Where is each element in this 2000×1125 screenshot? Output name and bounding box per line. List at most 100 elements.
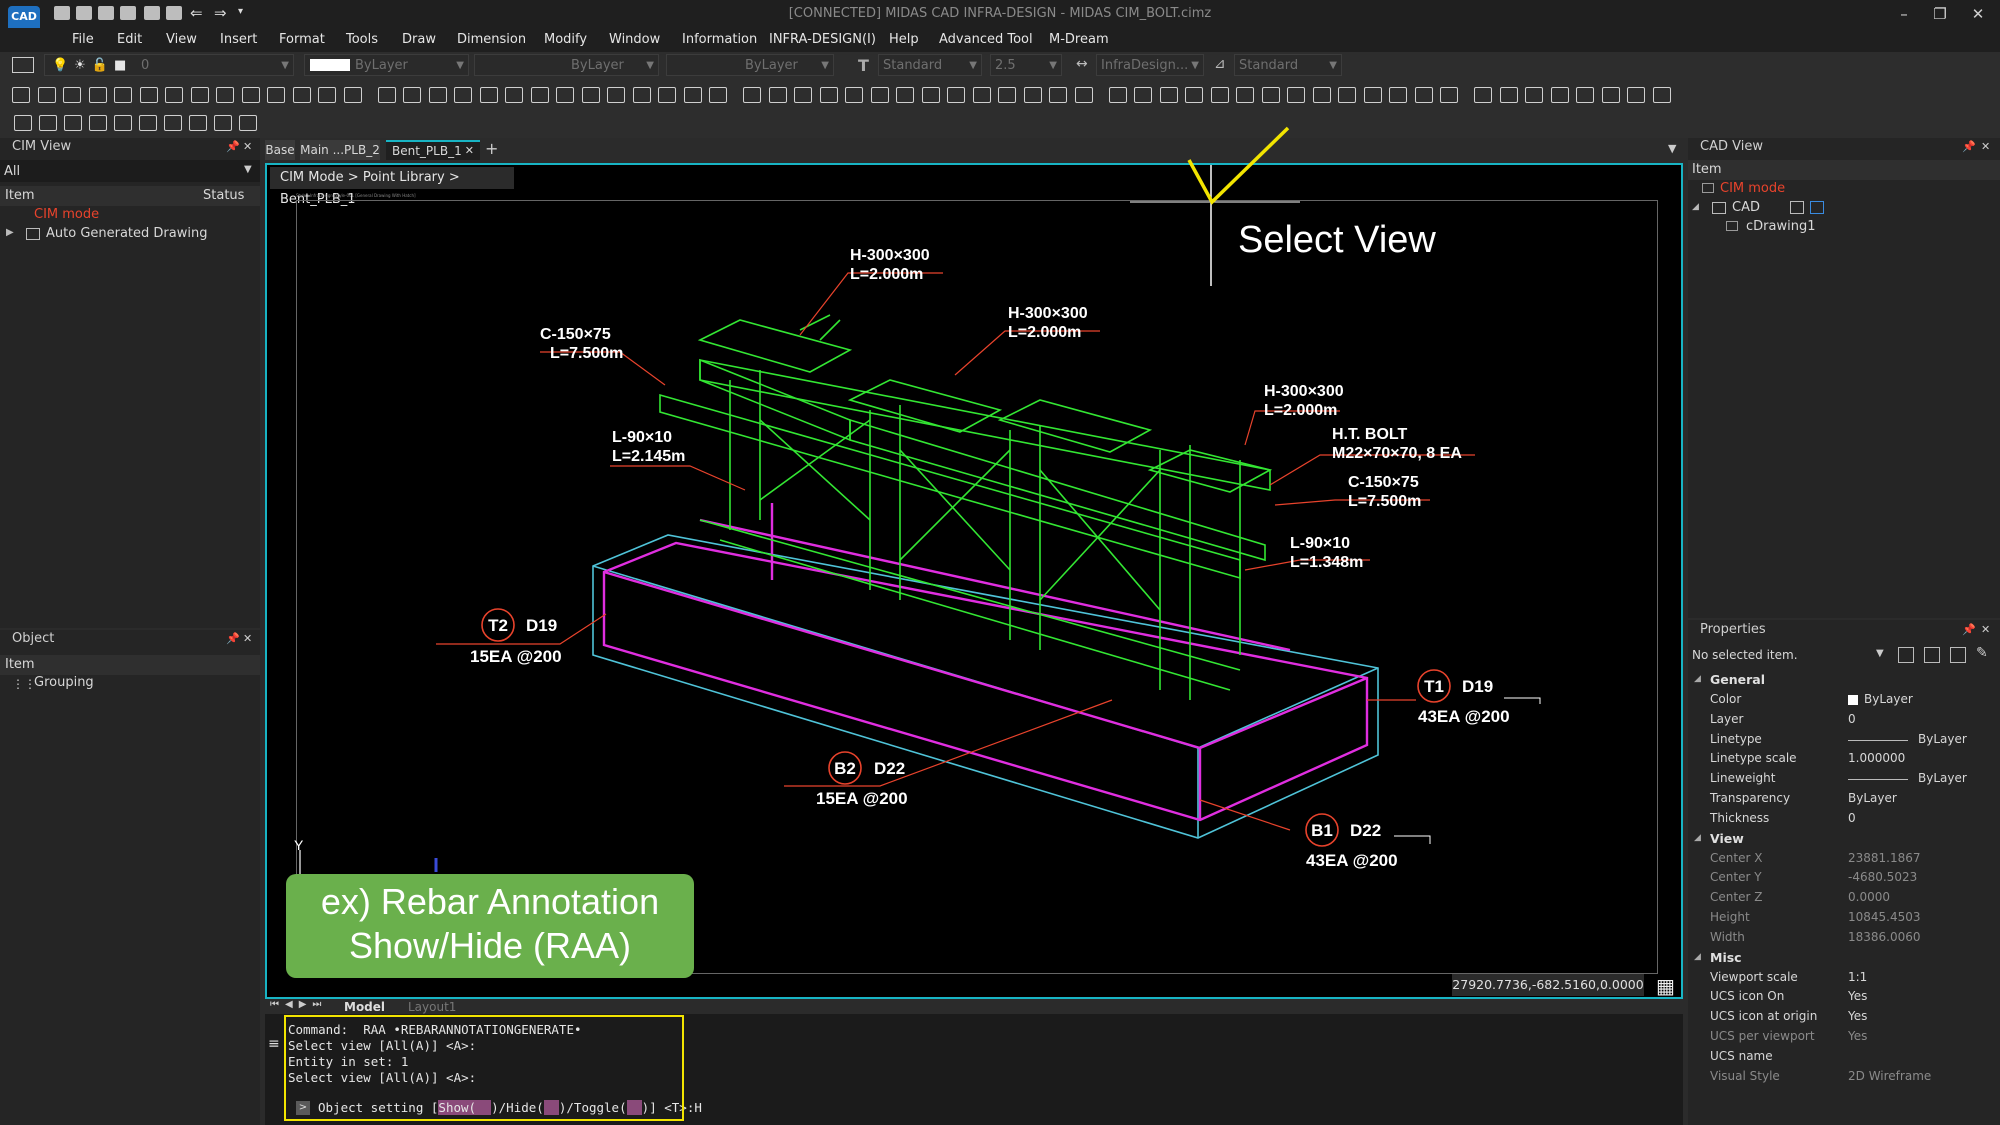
collapse-icon[interactable]: ◢ xyxy=(1692,202,1699,212)
view-active-icon[interactable] xyxy=(1810,201,1824,214)
drawing-icon xyxy=(1726,221,1738,231)
prop-value[interactable]: ByLayer xyxy=(1864,692,1913,706)
command-menu-icon[interactable]: ≡ xyxy=(268,1036,280,1052)
prop-value[interactable]: Yes xyxy=(1848,1029,1867,1043)
label-h-beam-3-size: H-300×300 xyxy=(1264,383,1344,400)
rebar-annotation-b1: B1 D22 43EA @200 xyxy=(1199,799,1431,870)
rebar-dia-b2: D22 xyxy=(874,759,905,778)
rebar-annotation-t2: T2 D19 15EA @200 xyxy=(436,608,607,666)
command-highlight-box xyxy=(284,1015,684,1121)
coordinate-readout: 27920.7736,-682.5160,0.0000 xyxy=(1452,974,1644,996)
prop-name: Layer xyxy=(1710,711,1744,726)
label-h-beam-1-size: H-300×300 xyxy=(850,247,930,264)
view-toggle-icon[interactable] xyxy=(1790,201,1804,214)
prop-value[interactable]: 0 xyxy=(1848,811,1856,825)
rebar-annotation-callout: ex) Rebar Annotation Show/Hide (RAA) xyxy=(286,874,694,978)
member-labels: H-300×300 L=2.000m H-300×300 L=2.000m C-… xyxy=(540,247,1462,571)
prop-name: Linetype xyxy=(1710,731,1762,746)
prop-group-general[interactable]: General xyxy=(1710,672,1765,687)
prop-value[interactable]: 23881.1867 xyxy=(1848,851,1921,865)
prop-name: Center X xyxy=(1710,850,1763,865)
layout-tab-bar xyxy=(265,1000,1683,1014)
label-channel-1-size: C-150×75 xyxy=(540,326,611,343)
prop-name: Width xyxy=(1710,929,1745,944)
rebar-tag-t1: T1 xyxy=(1424,677,1444,696)
prop-name: UCS icon On xyxy=(1710,989,1785,1004)
pickadd-icon[interactable] xyxy=(1950,647,1966,663)
layout-nav-icons[interactable]: ⏮◀▶⏭ xyxy=(270,999,327,1010)
rebar-annotation-b2: B2 D22 15EA @200 xyxy=(784,699,1113,808)
rebar-tag-b2: B2 xyxy=(834,759,856,778)
prop-value[interactable]: 2D Wireframe xyxy=(1848,1069,1931,1083)
quick-select-icon[interactable] xyxy=(1898,647,1914,663)
group-collapse-icon[interactable]: ◢ xyxy=(1694,833,1701,843)
cad-tree-cim-mode[interactable]: CIM mode xyxy=(1720,181,1785,196)
prop-value[interactable]: 0.0000 xyxy=(1848,890,1890,904)
svg-text:Y: Y xyxy=(294,837,304,853)
rebar-tag-b1: B1 xyxy=(1311,821,1333,840)
label-bolt-spec: M22×70×70, 8 EA xyxy=(1332,445,1462,462)
prop-name: UCS per viewport xyxy=(1710,1029,1815,1043)
rebar-dia-t2: D19 xyxy=(526,616,557,635)
cad-view-title: CAD View xyxy=(1700,139,1763,154)
rebar-spec-t1: 43EA @200 xyxy=(1418,707,1510,726)
prop-value[interactable]: 0 xyxy=(1848,712,1856,726)
line-sample xyxy=(1848,739,1908,741)
prop-name: Center Y xyxy=(1710,870,1762,885)
prop-value[interactable]: ByLayer xyxy=(1918,732,1967,746)
rebar-spec-b2: 15EA @200 xyxy=(816,789,908,808)
folder-icon xyxy=(1702,183,1714,193)
prop-value[interactable]: 1:1 xyxy=(1848,970,1867,984)
rebar-annotation-t1: T1 D19 43EA @200 xyxy=(1367,669,1541,726)
group-collapse-icon[interactable]: ◢ xyxy=(1694,952,1701,962)
select-view-cursor xyxy=(1130,126,1300,286)
label-channel-1-length: L=7.500m xyxy=(550,345,623,362)
label-h-beam-2-length: L=2.000m xyxy=(1008,324,1081,341)
rebar-tag-t2: T2 xyxy=(488,616,508,635)
cad-tree-cdrawing1[interactable]: cDrawing1 xyxy=(1746,219,1815,234)
label-h-beam-2-size: H-300×300 xyxy=(1008,305,1088,322)
prop-group-view[interactable]: View xyxy=(1710,831,1744,846)
close-panel-icon[interactable]: ✕ xyxy=(1981,623,1990,636)
prop-value[interactable]: Yes xyxy=(1848,1009,1867,1023)
close-panel-icon[interactable]: ✕ xyxy=(1981,140,1990,153)
prop-value[interactable]: 1.000000 xyxy=(1848,751,1905,765)
label-channel-2-size: C-150×75 xyxy=(1348,474,1419,491)
select-objects-icon[interactable] xyxy=(1924,647,1940,663)
properties-title: Properties xyxy=(1700,622,1766,637)
pin-icon[interactable]: 📌 xyxy=(1962,623,1976,636)
select-view-label: Select View xyxy=(1238,219,1436,261)
label-angle-1-size: L-90×10 xyxy=(612,429,672,446)
rebar-cage xyxy=(602,503,1369,822)
prop-value[interactable]: Yes xyxy=(1848,989,1867,1003)
prop-name: Center Z xyxy=(1710,890,1763,905)
prop-name: Lineweight xyxy=(1710,771,1776,786)
rebar-spec-t2: 15EA @200 xyxy=(470,647,562,666)
label-bolt-name: H.T. BOLT xyxy=(1332,426,1407,443)
prop-name: UCS icon at origin xyxy=(1710,1009,1818,1024)
prop-name: Transparency xyxy=(1710,791,1791,805)
prop-group-misc[interactable]: Misc xyxy=(1710,950,1742,965)
label-angle-2-length: L=1.348m xyxy=(1290,554,1363,571)
prop-value[interactable]: ByLayer xyxy=(1918,771,1967,785)
group-collapse-icon[interactable]: ◢ xyxy=(1694,674,1701,684)
tab-layout1[interactable]: Layout1 xyxy=(408,1000,456,1014)
prop-name: UCS name xyxy=(1710,1048,1773,1063)
pin-icon[interactable]: 📌 xyxy=(1962,140,1976,153)
match-properties-icon[interactable]: ✎ xyxy=(1976,645,1988,661)
grid-layout-icon[interactable]: ▦ xyxy=(1656,974,1675,998)
tab-model[interactable]: Model xyxy=(344,1000,385,1014)
cad-folder-icon xyxy=(1712,202,1726,214)
prop-value[interactable]: 10845.4503 xyxy=(1848,910,1921,924)
prop-value[interactable]: ByLayer xyxy=(1848,791,1897,805)
line-sample xyxy=(1848,779,1908,781)
selection-combo[interactable]: No selected item. ▼ xyxy=(1688,644,1888,666)
prop-name: Visual Style xyxy=(1710,1068,1780,1083)
label-h-beam-3-length: L=2.000m xyxy=(1264,402,1337,419)
prop-value[interactable]: -4680.5023 xyxy=(1848,870,1917,884)
yellow-check-mark xyxy=(1187,126,1290,205)
prop-value[interactable]: 18386.0060 xyxy=(1848,930,1921,944)
cad-tree-cad[interactable]: CAD xyxy=(1732,200,1760,215)
label-angle-1-length: L=2.145m xyxy=(612,448,685,465)
rebar-spec-b1: 43EA @200 xyxy=(1306,851,1398,870)
